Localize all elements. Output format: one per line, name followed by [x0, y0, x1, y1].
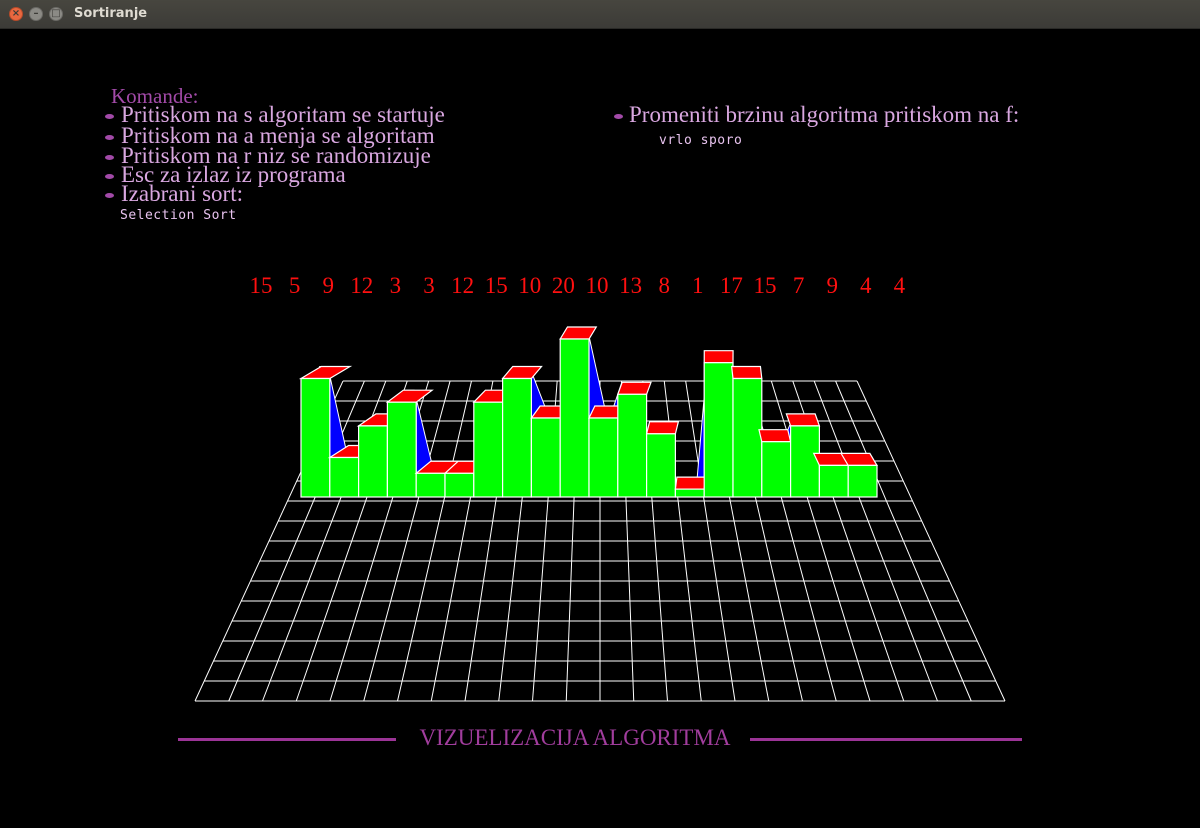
bar-front-face	[818, 464, 849, 498]
footer-divider-right	[750, 738, 1022, 741]
bar-front-face	[645, 433, 676, 498]
bar-top-face	[785, 413, 821, 427]
bar-top-face	[703, 350, 734, 364]
bar-front-face	[732, 377, 763, 498]
bar-top-face	[385, 389, 434, 403]
bar-front-face	[674, 488, 705, 498]
bar-front-face	[847, 464, 878, 498]
bar-front-face	[617, 393, 648, 498]
bar-front-face	[329, 456, 360, 498]
bar-top-face	[674, 476, 707, 490]
bar-front-face	[502, 377, 533, 498]
bar-top-face	[645, 421, 680, 435]
bar-front-face	[300, 377, 331, 498]
bar-top-face	[559, 326, 598, 340]
bar-top-face	[730, 365, 763, 380]
bar-front-face	[444, 472, 475, 498]
bar-front-face	[789, 425, 820, 498]
bar-top-face	[298, 365, 353, 380]
bar-front-face	[559, 338, 590, 498]
bar-front-face	[415, 472, 446, 498]
bar-front-face	[761, 441, 792, 498]
bar-front-face	[588, 417, 619, 498]
bars-group	[298, 326, 879, 498]
footer-divider-left	[178, 738, 396, 741]
bar-top-face	[616, 381, 652, 395]
bar-top-face	[501, 365, 543, 380]
bar-front-face	[530, 417, 561, 498]
bar-top-face	[840, 452, 879, 466]
footer-title: VIZUELIZACIJA ALGORITMA	[419, 725, 731, 750]
bar-front-face	[386, 401, 417, 498]
bar-front-face	[703, 362, 734, 498]
bar-top-face	[758, 429, 792, 443]
bar-front-face	[473, 401, 504, 498]
sort-visualization	[194, 326, 1006, 702]
bar-front-face	[358, 425, 389, 498]
